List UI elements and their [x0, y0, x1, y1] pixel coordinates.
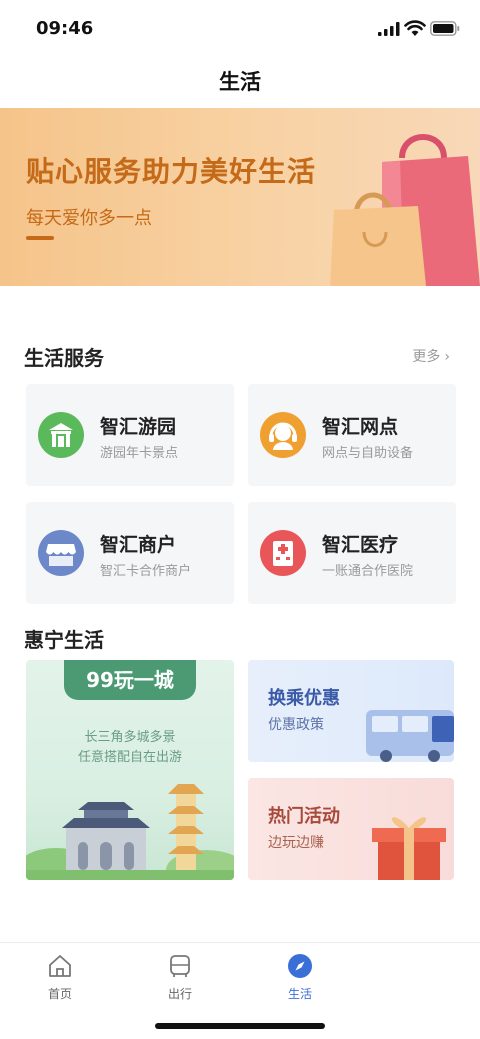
- service-name: 智汇商户: [100, 534, 177, 556]
- tab-label: 出行: [167, 987, 192, 1001]
- tab-label: 生活: [287, 987, 312, 1001]
- home-icon: [49, 955, 71, 977]
- promo-banner[interactable]: 贴心服务助力美好生活 每天爱你多一点: [0, 108, 480, 286]
- signal-icon: [378, 22, 400, 36]
- tab-life[interactable]: 生活: [260, 953, 340, 1002]
- shop-awning-icon: [38, 530, 84, 576]
- page-title: 生活: [219, 70, 261, 94]
- promo-card-city-pass[interactable]: 99玩一城 长三角多城多景 任意搭配自在出游: [26, 660, 234, 880]
- promo-subtitle: 优惠政策: [268, 717, 324, 733]
- tab-travel[interactable]: 出行: [140, 953, 220, 1002]
- promo-card-transfer[interactable]: 换乘优惠 优惠政策: [248, 660, 454, 762]
- promo-title: 热门活动: [268, 806, 340, 827]
- promo-card-events[interactable]: 热门活动 边玩边赚: [248, 778, 454, 880]
- service-name: 智汇游园: [100, 416, 177, 438]
- bus-icon: [170, 955, 190, 977]
- more-label: 更多: [412, 349, 441, 365]
- section-title-huining: 惠宁生活: [24, 628, 104, 652]
- service-card-outlets[interactable]: 智汇网点 网点与自助设备: [248, 384, 456, 486]
- status-bar: 09:46: [0, 0, 480, 60]
- promo-title: 换乘优惠: [268, 688, 340, 709]
- service-card-merchants[interactable]: 智汇商户 智汇卡合作商户: [26, 502, 234, 604]
- gift-box-icon: [372, 817, 446, 880]
- home-indicator: [155, 1023, 325, 1029]
- service-desc: 网点与自助设备: [322, 446, 414, 461]
- chevron-right-icon: ›: [444, 349, 450, 365]
- promo-subtitle: 边玩边赚: [268, 835, 324, 851]
- tab-label: 首页: [47, 987, 72, 1001]
- banner-title: 贴心服务助力美好生活: [26, 155, 317, 188]
- promo-line: 任意搭配自在出游: [77, 750, 182, 765]
- promo-tag: 99玩一城: [64, 660, 196, 700]
- park-gate-icon: [38, 412, 84, 458]
- wifi-icon: [404, 20, 426, 36]
- tab-home[interactable]: 首页: [20, 953, 100, 1002]
- shopping-bags-icon: [330, 134, 480, 286]
- service-desc: 智汇卡合作商户: [100, 564, 192, 579]
- hospital-icon: [260, 530, 306, 576]
- city-landmark-illustration: [26, 784, 234, 880]
- service-card-park[interactable]: 智汇游园 游园年卡景点: [26, 384, 234, 486]
- service-desc: 游园年卡景点: [100, 446, 179, 461]
- bus-illustration: [366, 710, 454, 762]
- more-link[interactable]: 更多 ›: [412, 346, 450, 366]
- compass-icon: [288, 954, 312, 978]
- status-time: 09:46: [36, 18, 94, 39]
- service-name: 智汇医疗: [322, 534, 399, 556]
- promo-line: 长三角多城多景: [84, 730, 176, 745]
- banner-divider: [26, 236, 54, 240]
- service-name: 智汇网点: [322, 416, 399, 438]
- banner-subtitle: 每天爱你多一点: [26, 208, 152, 229]
- service-card-medical[interactable]: 智汇医疗 一账通合作医院: [248, 502, 456, 604]
- section-title-services: 生活服务: [24, 346, 104, 370]
- battery-icon: [430, 21, 460, 36]
- service-desc: 一账通合作医院: [322, 564, 414, 579]
- service-agent-icon: [260, 412, 306, 458]
